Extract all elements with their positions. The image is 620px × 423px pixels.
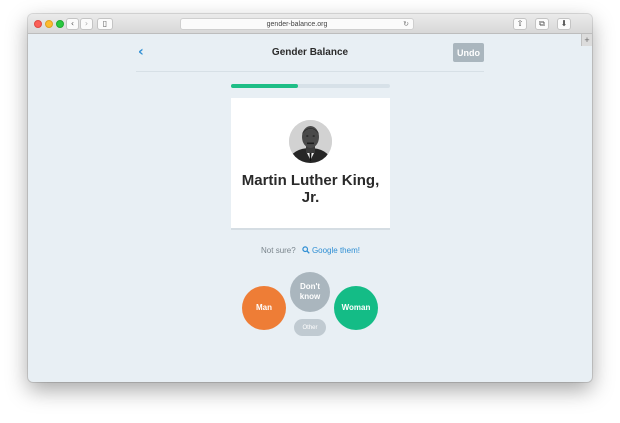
google-link[interactable]: Google them!	[298, 246, 360, 255]
chevron-left-icon: ‹	[70, 19, 75, 28]
browser-toolbar: ‹ › ▯ gender-balance.org ↻ ⇧ ⧉ ⬇	[28, 14, 592, 34]
undo-button[interactable]: Undo	[453, 43, 484, 62]
app-header: ‹ Gender Balance Undo	[136, 34, 484, 72]
help-row: Not sure? Google them!	[231, 246, 390, 255]
download-icon: ⬇	[560, 19, 568, 28]
url-text: gender-balance.org	[266, 20, 328, 28]
progress-bar	[231, 84, 390, 88]
sidebar-toggle-button[interactable]: ▯	[97, 18, 113, 30]
close-window-button[interactable]	[34, 20, 42, 28]
person-name: Martin Luther King, Jr.	[241, 172, 380, 206]
plus-icon: +	[584, 35, 590, 45]
dont-know-button[interactable]: Don't know	[290, 272, 330, 312]
page-title: Gender Balance	[271, 47, 349, 58]
person-photo	[289, 120, 332, 163]
address-bar[interactable]: gender-balance.org ↻	[180, 18, 414, 30]
share-icon: ⇧	[516, 19, 524, 28]
minimize-window-button[interactable]	[45, 20, 53, 28]
person-card: Martin Luther King, Jr.	[231, 98, 390, 230]
chevron-right-icon: ›	[84, 19, 89, 28]
other-button[interactable]: Other	[294, 319, 326, 336]
browser-back-button[interactable]: ‹	[66, 18, 79, 30]
sidebar-icon: ▯	[102, 19, 108, 28]
search-icon	[302, 246, 310, 254]
progress-fill	[231, 84, 298, 88]
new-tab-button[interactable]: +	[581, 34, 592, 46]
zoom-window-button[interactable]	[56, 20, 64, 28]
share-button[interactable]: ⇧	[513, 18, 527, 30]
reload-icon[interactable]: ↻	[403, 20, 409, 28]
browser-window: ‹ › ▯ gender-balance.org ↻ ⇧ ⧉ ⬇ + ‹ Gen…	[28, 14, 592, 382]
tabs-icon: ⧉	[539, 19, 545, 28]
man-button[interactable]: Man	[242, 286, 286, 330]
show-tabs-button[interactable]: ⧉	[535, 18, 549, 30]
woman-button[interactable]: Woman	[334, 286, 378, 330]
not-sure-text: Not sure?	[261, 246, 296, 255]
browser-forward-button[interactable]: ›	[80, 18, 93, 30]
downloads-button[interactable]: ⬇	[557, 18, 571, 30]
google-link-label: Google them!	[311, 246, 360, 255]
